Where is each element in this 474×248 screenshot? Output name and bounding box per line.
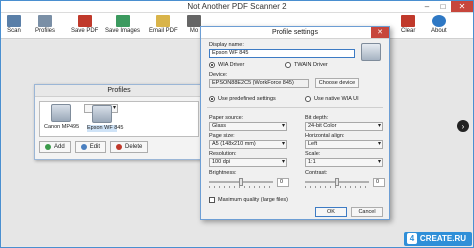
max-quality-label: Maximum quality (large files)	[218, 197, 288, 203]
more-label: Mo	[189, 28, 199, 34]
clear-icon	[401, 15, 416, 27]
profiles-title: Profiles	[35, 85, 203, 97]
add-icon	[45, 144, 51, 150]
pdf-icon	[77, 15, 92, 27]
scanner-icon	[51, 104, 71, 122]
watermark-logo: CREATE.RU	[403, 232, 472, 246]
title-bar: Not Another PDF Scanner 2 – □ ✕	[1, 1, 473, 13]
twain-driver-radio[interactable]	[285, 62, 291, 68]
page-size-label: Page size:	[209, 133, 235, 139]
about-icon	[431, 15, 446, 27]
email-pdf-button[interactable]: Email PDF	[149, 13, 178, 39]
about-button[interactable]: About	[431, 13, 447, 39]
profiles-icon	[38, 15, 52, 27]
wia-driver-label: WIA Driver	[218, 62, 245, 68]
edit-profile-button[interactable]: Edit	[74, 141, 107, 153]
brightness-value[interactable]: 0	[277, 178, 289, 187]
email-pdf-label: Email PDF	[149, 28, 178, 34]
minimize-button[interactable]: –	[419, 1, 435, 12]
add-profile-button[interactable]: Add	[39, 141, 71, 153]
predefined-settings-label: Use predefined settings	[218, 96, 276, 102]
display-name-input[interactable]: Epson WF 845	[209, 49, 355, 58]
dialog-close-button[interactable]: ✕	[371, 27, 389, 38]
clear-label: Clear	[401, 28, 416, 34]
ok-button[interactable]: OK	[315, 207, 347, 217]
close-window-button[interactable]: ✕	[451, 1, 473, 12]
contrast-value[interactable]: 0	[373, 178, 385, 187]
profile-label: Canon MP495	[44, 124, 80, 130]
predefined-settings-radio[interactable]	[209, 96, 215, 102]
delete-icon	[116, 144, 123, 150]
scale-label: Scale:	[305, 151, 321, 157]
about-label: About	[431, 28, 447, 34]
more-button[interactable]: Mo	[187, 13, 201, 39]
horizontal-align-select[interactable]: Left	[305, 140, 383, 149]
more-icon	[187, 15, 201, 27]
window-controls: – □ ✕	[419, 1, 473, 12]
scan-icon	[7, 15, 21, 27]
profile-settings-dialog: Profile settings ✕ Display name: Epson W…	[200, 26, 390, 220]
profile-item-canon[interactable]: Canon MP495	[44, 104, 80, 130]
profile-label: Epson WF 845	[87, 125, 124, 132]
delete-label: Delete	[125, 144, 143, 150]
twain-driver-label: TWAIN Driver	[294, 62, 328, 68]
max-quality-checkbox[interactable]	[209, 197, 215, 203]
bit-depth-label: Bit depth:	[305, 115, 329, 121]
page-size-select[interactable]: A5 (148x210 mm)	[209, 140, 287, 149]
display-name-label: Display name:	[209, 42, 244, 48]
profiles-label: Profiles	[35, 28, 56, 34]
paper-source-label: Paper source:	[209, 115, 244, 121]
profiles-list: Canon MP495 Epson WF 845	[39, 101, 199, 137]
slider-ticks	[209, 186, 273, 188]
contrast-slider[interactable]	[305, 178, 369, 188]
scanner-icon	[361, 43, 381, 61]
edit-label: Edit	[89, 144, 101, 150]
choose-device-button[interactable]: Choose device	[315, 78, 359, 88]
save-pdf-label: Save PDF	[71, 28, 99, 34]
cancel-button[interactable]: Cancel	[351, 207, 383, 217]
contrast-label: Contrast:	[305, 170, 328, 176]
edit-icon	[80, 144, 87, 150]
resolution-select[interactable]: 100 dpi	[209, 158, 287, 167]
dialog-title: Profile settings	[201, 27, 389, 39]
scale-select[interactable]: 1:1	[305, 158, 383, 167]
maximize-button[interactable]: □	[435, 1, 451, 12]
native-ui-radio[interactable]	[305, 96, 311, 102]
slider-thumb[interactable]	[335, 178, 339, 186]
next-arrow-icon[interactable]: ›	[457, 120, 469, 132]
brightness-slider[interactable]	[209, 178, 273, 188]
add-label: Add	[54, 144, 65, 150]
divider	[207, 107, 383, 108]
resolution-label: Resolution:	[209, 151, 237, 157]
scanner-icon	[92, 105, 112, 123]
slider-thumb[interactable]	[239, 178, 243, 186]
save-pdf-button[interactable]: Save PDF	[71, 13, 98, 39]
profiles-window: Profiles Canon MP495 Epson WF 845 Add Ed…	[34, 84, 204, 160]
slider-ticks	[305, 186, 369, 188]
paper-source-select[interactable]: Glass	[209, 122, 287, 131]
horizontal-align-label: Horizontal align:	[305, 133, 345, 139]
device-label: Device:	[209, 72, 228, 78]
native-ui-label: Use native WIA UI	[314, 96, 359, 102]
delete-profile-button[interactable]: Delete	[110, 141, 149, 153]
scan-button[interactable]: Scan	[7, 13, 21, 39]
save-images-button[interactable]: Save Images	[105, 13, 140, 39]
save-images-label: Save Images	[105, 28, 141, 34]
brightness-label: Brightness:	[209, 170, 237, 176]
images-icon	[115, 15, 130, 27]
email-icon	[156, 15, 171, 27]
app-title: Not Another PDF Scanner 2	[187, 2, 287, 11]
clear-button[interactable]: Clear	[401, 13, 415, 39]
scan-label: Scan	[7, 28, 21, 34]
bit-depth-select[interactable]: 24-bit Color	[305, 122, 383, 131]
profile-item-epson[interactable]: Epson WF 845	[84, 104, 123, 132]
device-field: EPSON88E2C5 (WorkForce 845)	[209, 79, 309, 88]
wia-driver-radio[interactable]	[209, 62, 215, 68]
profiles-button[interactable]: Profiles	[35, 13, 55, 39]
profile-buttons: Add Edit Delete	[39, 141, 149, 153]
